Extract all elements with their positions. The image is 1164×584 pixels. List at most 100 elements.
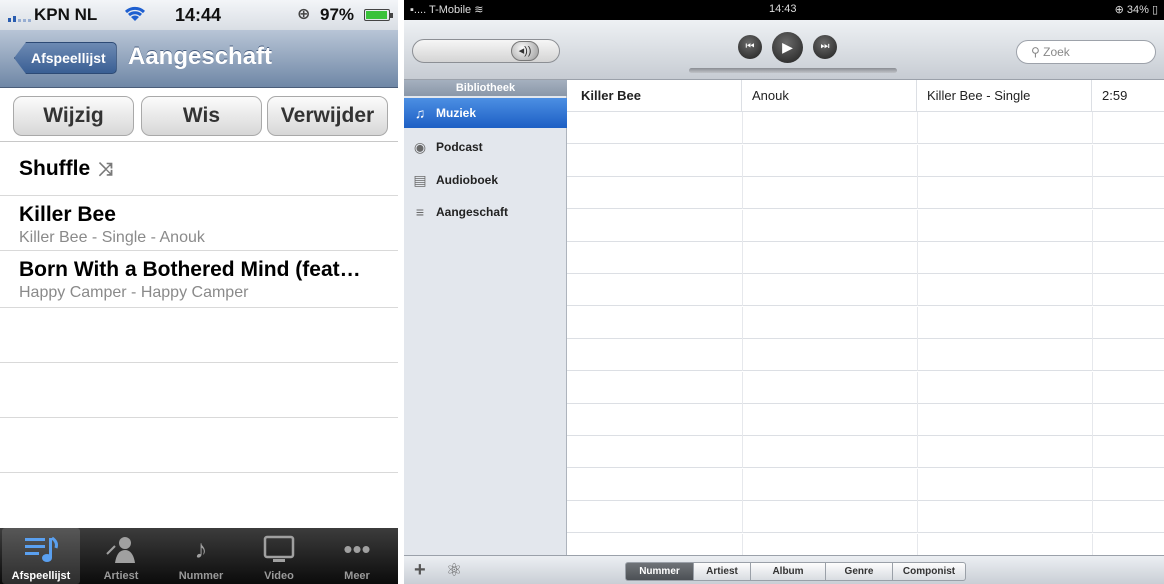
tab-bar: Afspeellijst Artiest ♪ Nummer Video ••• — [0, 528, 398, 584]
column-divider — [917, 209, 918, 242]
column-divider — [1092, 468, 1093, 501]
tab-artists[interactable]: Artiest — [82, 528, 160, 584]
empty-row — [567, 177, 1164, 210]
sort-tab-genres[interactable]: Genre — [825, 562, 893, 581]
sort-tab-composers[interactable]: Componist — [892, 562, 966, 581]
column-divider — [917, 404, 918, 436]
search-field[interactable]: ⚲ Zoek — [1016, 40, 1156, 64]
sidebar-item-music[interactable]: ♫ Muziek — [404, 98, 567, 128]
battery-icon — [364, 9, 393, 21]
delete-button[interactable]: Verwijder — [267, 96, 388, 136]
column-divider — [1092, 242, 1093, 274]
empty-row — [0, 363, 398, 418]
column-divider — [742, 436, 743, 469]
playlist-icon: ≡ — [415, 204, 425, 220]
battery-icon: ▯ — [1151, 4, 1158, 16]
tab-playlists[interactable]: Afspeellijst — [2, 528, 80, 584]
progress-bar[interactable] — [689, 68, 897, 73]
column-divider — [742, 242, 743, 274]
empty-row — [0, 473, 398, 528]
play-icon: ▶ — [782, 39, 793, 55]
page-title: Aangeschaft — [128, 43, 273, 70]
shuffle-label-group: Shuffle ⤨ — [19, 157, 113, 181]
column-divider — [917, 501, 918, 534]
edit-button[interactable]: Wijzig — [13, 96, 134, 136]
tab-more[interactable]: ••• Meer — [318, 528, 396, 584]
track-name: Killer Bee — [567, 80, 742, 112]
wifi-icon: ≋ — [474, 4, 484, 16]
search-placeholder: Zoek — [1043, 45, 1070, 59]
battery-percentage: 34% — [1126, 4, 1149, 16]
sidebar-header: Bibliotheek — [404, 80, 567, 96]
volume-icon[interactable]: ◂)) — [511, 41, 539, 61]
empty-row — [567, 112, 1164, 145]
column-divider — [1092, 306, 1093, 339]
shuffle-icon: ⤨ — [98, 159, 113, 179]
empty-row — [567, 501, 1164, 534]
battery-percentage: 97% — [320, 5, 355, 24]
column-divider — [742, 371, 743, 404]
add-playlist-button[interactable]: + — [414, 559, 426, 582]
empty-row — [567, 209, 1164, 242]
empty-row — [567, 371, 1164, 404]
sidebar-item-podcast[interactable]: ◉ Podcast — [404, 132, 567, 162]
video-icon — [240, 534, 318, 564]
orientation-lock-icon: ⊕ — [1114, 4, 1127, 16]
sidebar-item-label: Podcast — [436, 140, 483, 154]
empty-row — [567, 404, 1164, 436]
signal-icon — [8, 8, 31, 22]
status-bar: ▪.... T-Mobile ≋ 14:43 ⊕ 34% ▯ — [404, 0, 1164, 20]
column-divider — [917, 468, 918, 501]
column-divider — [742, 468, 743, 501]
empty-row — [567, 468, 1164, 501]
song-row[interactable]: Born With a Bothered Mind (feat… Happy C… — [0, 251, 398, 308]
song-subtitle: Killer Bee - Single - Anouk — [19, 229, 205, 246]
carrier-name: KPN NL — [34, 5, 98, 24]
sidebar-item-purchased[interactable]: ≡ Aangeschaft — [404, 197, 567, 227]
sidebar-item-label: Muziek — [436, 106, 477, 120]
empty-row — [567, 436, 1164, 469]
next-icon: ⏭ — [820, 41, 830, 52]
empty-row — [567, 339, 1164, 372]
genius-button[interactable]: ⚛ — [446, 560, 462, 581]
song-title: Killer Bee — [19, 203, 116, 226]
column-divider — [917, 274, 918, 307]
previous-track-button[interactable]: ⏮ — [738, 35, 762, 59]
column-divider — [1092, 501, 1093, 534]
library-sidebar: Bibliotheek ♫ Muziek ◉ Podcast ▤ Audiobo… — [404, 80, 567, 555]
track-time: 2:59 — [1102, 88, 1128, 103]
screenshot-root: KPN NL 14:44 ⊕ 97% Afspeellijst Aangesch… — [0, 0, 1164, 584]
table-row[interactable]: Killer Bee Anouk Killer Bee - Single 2:5… — [567, 80, 1164, 112]
search-icon: ⚲ — [1031, 45, 1044, 59]
clear-button[interactable]: Wis — [141, 96, 262, 136]
next-track-button[interactable]: ⏭ — [813, 35, 837, 59]
empty-row — [567, 242, 1164, 274]
sort-tab-albums[interactable]: Album — [750, 562, 826, 581]
shuffle-row[interactable]: Shuffle ⤨ — [0, 142, 398, 196]
track-album: Killer Bee - Single — [917, 80, 1092, 112]
column-divider — [917, 371, 918, 404]
sort-tab-songs[interactable]: Nummer — [625, 562, 694, 581]
column-divider — [917, 112, 918, 145]
tab-videos[interactable]: Video — [240, 528, 318, 584]
play-button[interactable]: ▶ — [772, 32, 803, 63]
column-divider — [1092, 274, 1093, 307]
column-divider — [1092, 177, 1093, 210]
playlist-actions: Wijzig Wis Verwijder — [0, 88, 398, 142]
volume-slider[interactable]: ◂)) — [412, 39, 560, 63]
navigation-bar: Afspeellijst Aangeschaft — [0, 30, 398, 88]
status-bar: KPN NL 14:44 ⊕ 97% — [0, 0, 398, 30]
column-divider — [742, 501, 743, 534]
column-divider — [742, 112, 743, 145]
sidebar-item-audiobook[interactable]: ▤ Audioboek — [404, 165, 567, 195]
song-row[interactable]: Killer Bee Killer Bee - Single - Anouk — [0, 196, 398, 251]
podcast-icon: ◉ — [413, 139, 427, 155]
back-button[interactable]: Afspeellijst — [14, 42, 117, 74]
clock: 14:44 — [175, 5, 222, 25]
tab-songs[interactable]: ♪ Nummer — [162, 528, 240, 584]
column-divider — [1092, 144, 1093, 177]
sort-tab-artists[interactable]: Artiest — [693, 562, 751, 581]
tab-label: Video — [264, 570, 294, 582]
iphone-screen: KPN NL 14:44 ⊕ 97% Afspeellijst Aangesch… — [0, 0, 398, 584]
track-table: Killer Bee Anouk Killer Bee - Single 2:5… — [567, 80, 1164, 566]
